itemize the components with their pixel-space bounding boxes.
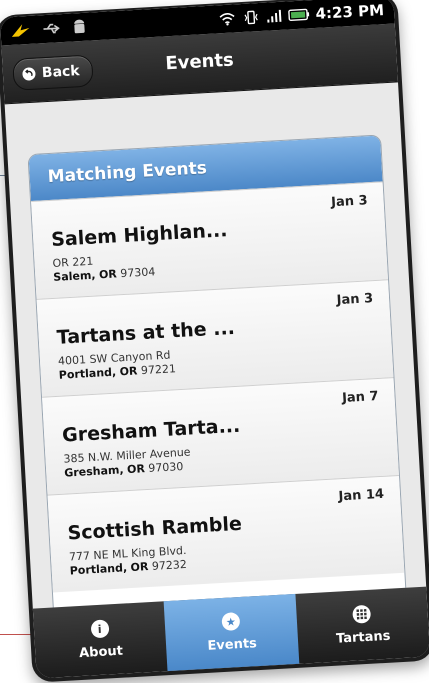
event-date: Jan 3 (330, 193, 368, 211)
event-city: Portland, (69, 561, 128, 578)
wifi-icon (217, 11, 236, 26)
tab-tartans[interactable]: Tartans (295, 587, 429, 664)
tab-about[interactable]: i About (33, 601, 168, 678)
event-zip: 97030 (148, 459, 184, 475)
event-city: Salem, (53, 268, 96, 284)
phone-frame: 4:23 PM Back Events Matching Events Jan … (0, 0, 429, 683)
event-city: Portland, (58, 365, 117, 382)
event-item[interactable]: Jan 14 Scottish Ramble 777 NE ML King Bl… (47, 474, 405, 593)
tab-label: About (78, 643, 124, 662)
content-area: Matching Events Jan 3 Salem Highlan... O… (5, 81, 427, 609)
event-zip: 97232 (151, 557, 188, 573)
tab-label: Tartans (335, 628, 391, 647)
page-title: Events (164, 49, 235, 75)
event-zip: 97221 (140, 362, 177, 378)
event-state: OR (119, 364, 138, 379)
vibrate-icon (241, 10, 260, 25)
tab-events[interactable]: ★ Events (163, 593, 299, 672)
event-city: Gresham, (63, 463, 124, 480)
events-list: Matching Events Jan 3 Salem Highlan... O… (27, 134, 408, 609)
event-date: Jan 7 (341, 388, 379, 406)
star-icon: ★ (221, 612, 241, 632)
event-date: Jan 14 (338, 486, 385, 505)
usb-icon (42, 21, 61, 36)
event-state: OR (130, 560, 149, 575)
carrier-logo-icon (10, 22, 31, 39)
info-icon: i (90, 619, 110, 639)
screen: 4:23 PM Back Events Matching Events Jan … (0, 0, 429, 679)
battery-icon (287, 7, 310, 22)
event-zip: 97304 (119, 265, 156, 281)
tab-label: Events (207, 636, 258, 654)
android-debug-icon (72, 19, 87, 36)
event-state: OR (98, 267, 118, 282)
event-date: Jan 3 (336, 291, 374, 309)
status-time: 4:23 PM (315, 1, 385, 23)
grid-icon (352, 604, 372, 624)
signal-icon (265, 9, 282, 24)
event-state: OR (126, 462, 146, 477)
